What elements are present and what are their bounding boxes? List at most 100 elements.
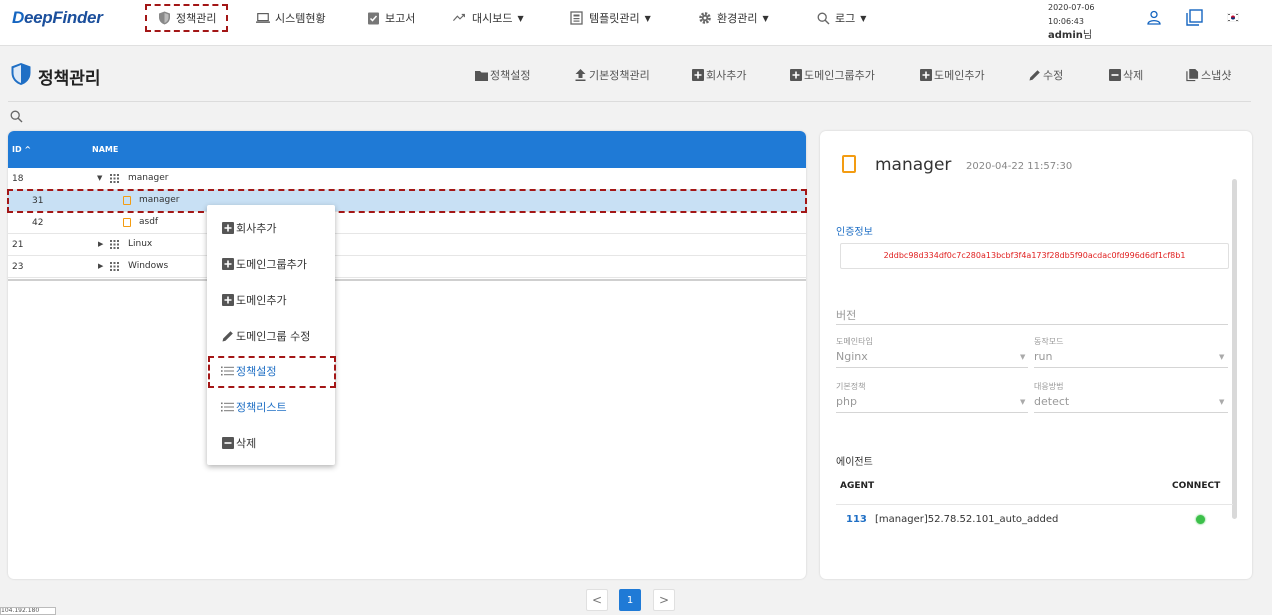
nav-template[interactable]: 템플릿관리 ▼	[570, 6, 651, 30]
add-domain-button[interactable]: 도메인추가	[919, 67, 985, 83]
response-select[interactable]: detect	[1034, 395, 1069, 408]
plus-box-icon	[919, 69, 932, 82]
shield-icon	[10, 62, 32, 91]
auth-value-field[interactable]: 2ddbc98d334df0c7c280a13bcbf3f4a173f28db5…	[840, 243, 1229, 269]
trend-icon	[453, 11, 467, 25]
session-user: admin	[1048, 30, 1083, 41]
nav-dashboard-label: 대시보드	[472, 12, 513, 25]
default-policy-select[interactable]: php	[836, 395, 857, 408]
top-navigation: DeepFinder 정책관리 시스템현황 보고서 대시보드 ▼ 템플릿관리 ▼	[0, 0, 1272, 46]
add-domain-group-label: 도메인그룹추가	[804, 69, 875, 82]
clipboard-check-icon	[366, 11, 380, 25]
add-domain-group-button[interactable]: 도메인그룹추가	[789, 67, 875, 83]
table-row[interactable]: 42 asdf	[8, 212, 806, 234]
nav-system-status[interactable]: 시스템현황	[256, 6, 326, 30]
laptop-icon	[256, 11, 270, 25]
default-policy-label: 기본정책	[836, 382, 866, 391]
chevron-down-icon[interactable]: ▼	[1219, 353, 1224, 361]
table-row[interactable]: 23 ▶ Windows	[8, 256, 806, 278]
nav-policy-management[interactable]: 정책관리	[145, 4, 229, 32]
domain-icon	[123, 218, 131, 227]
nav-policy-label: 정책관리	[176, 12, 217, 25]
caret-right-icon[interactable]: ▶	[98, 262, 103, 270]
logo-lead: D	[12, 8, 24, 27]
window-copy-icon[interactable]	[1185, 8, 1203, 26]
caret-down-icon[interactable]: ▼	[97, 174, 102, 182]
next-page-button[interactable]: >	[653, 589, 675, 611]
logo-rest: eepFinder	[23, 8, 103, 27]
row-id: 23	[12, 262, 24, 272]
detail-timestamp: 2020-04-22 11:57:30	[966, 161, 1073, 172]
session-user-suffix: 님	[1082, 30, 1093, 41]
version-field[interactable]: 버전	[836, 307, 856, 323]
plus-box-icon	[221, 294, 234, 307]
column-header-id[interactable]: ID ^	[12, 145, 31, 154]
nav-report[interactable]: 보고서	[366, 6, 415, 30]
nav-environment[interactable]: 환경관리 ▼	[698, 6, 769, 30]
plus-box-icon	[221, 258, 234, 271]
page-1-button[interactable]: 1	[619, 589, 641, 611]
mode-select[interactable]: run	[1034, 350, 1052, 363]
default-policy-underline	[836, 412, 1028, 413]
domain-icon	[842, 155, 856, 173]
domain-type-underline	[836, 367, 1028, 368]
ctx-add-domain-group[interactable]: 도메인그룹추가	[221, 256, 307, 272]
chevron-down-icon: ▼	[644, 13, 651, 23]
agent-id-link[interactable]: 113	[846, 514, 867, 525]
chevron-down-icon[interactable]: ▼	[1020, 353, 1025, 361]
nav-template-label: 템플릿관리	[589, 12, 640, 25]
nav-report-label: 보고서	[385, 12, 416, 25]
default-policy-button[interactable]: 기본정책관리	[574, 67, 650, 83]
ctx-add-company[interactable]: 회사추가	[221, 220, 276, 236]
agent-section-title: 에이전트	[836, 457, 873, 468]
table-row[interactable]: 21 ▶ Linux	[8, 234, 806, 256]
domain-type-select[interactable]: Nginx	[836, 350, 868, 363]
ctx-policy-list[interactable]: 정책리스트	[221, 399, 287, 415]
add-company-button[interactable]: 회사추가	[691, 67, 746, 83]
row-name: Windows	[128, 261, 169, 271]
nav-dashboard[interactable]: 대시보드 ▼	[453, 6, 524, 30]
snapshot-button[interactable]: 스냅샷	[1186, 67, 1231, 83]
ctx-edit-domain-group-label: 도메인그룹 수정	[236, 330, 311, 343]
policy-settings-button[interactable]: 정책설정	[475, 67, 530, 83]
ctx-delete[interactable]: 삭제	[221, 435, 256, 451]
chevron-down-icon[interactable]: ▼	[1020, 398, 1025, 406]
nav-env-label: 환경관리	[717, 12, 758, 25]
session-time: 10:06:43	[1048, 17, 1084, 26]
search-icon[interactable]	[10, 110, 24, 124]
agent-name: [manager]52.78.52.101_auto_added	[875, 514, 1059, 525]
ctx-policy-list-label: 정책리스트	[236, 401, 287, 414]
delete-button[interactable]: 삭제	[1108, 67, 1143, 83]
policy-settings-label: 정책설정	[490, 69, 531, 82]
detail-scrollbar[interactable]	[1232, 179, 1237, 519]
ctx-add-domain-group-label: 도메인그룹추가	[236, 258, 307, 271]
sort-asc-icon: ^	[24, 145, 32, 154]
page-title: 정책관리	[10, 62, 101, 91]
copy-icon	[1186, 68, 1199, 82]
nav-log[interactable]: 로그 ▼	[816, 6, 866, 30]
column-header-name[interactable]: NAME	[92, 145, 118, 154]
prev-page-button[interactable]: <	[586, 589, 608, 611]
table-row-selected[interactable]: 31 manager	[7, 189, 807, 213]
table-header: ID ^ NAME	[8, 131, 806, 168]
table-row[interactable]: 18 ▼ manager	[8, 168, 806, 190]
korea-flag-icon[interactable]	[1224, 8, 1242, 26]
add-company-label: 회사추가	[706, 69, 747, 82]
grid-icon	[110, 174, 120, 183]
app-logo[interactable]: DeepFinder	[12, 8, 103, 28]
detail-panel: manager 2020-04-22 11:57:30 인증정보 2ddbc98…	[820, 131, 1252, 579]
row-name: manager	[139, 195, 180, 205]
page-header: 정책관리 정책설정 기본정책관리 회사추가 도메인그룹추가 도메인추가 수정 삭…	[0, 47, 1272, 103]
chevron-down-icon[interactable]: ▼	[1219, 398, 1224, 406]
user-icon[interactable]	[1145, 8, 1163, 26]
caret-right-icon[interactable]: ▶	[98, 240, 103, 248]
plus-box-icon	[691, 69, 704, 82]
ctx-add-domain[interactable]: 도메인추가	[221, 292, 287, 308]
minus-box-icon	[1108, 69, 1121, 82]
ctx-edit-domain-group[interactable]: 도메인그룹 수정	[221, 328, 310, 344]
highlight-policy-settings	[208, 356, 336, 388]
page-title-text: 정책관리	[38, 69, 101, 89]
session-info: 2020-07-06 10:06:43 admin님	[1048, 1, 1095, 43]
row-id: 21	[12, 240, 24, 250]
edit-button[interactable]: 수정	[1028, 67, 1063, 83]
